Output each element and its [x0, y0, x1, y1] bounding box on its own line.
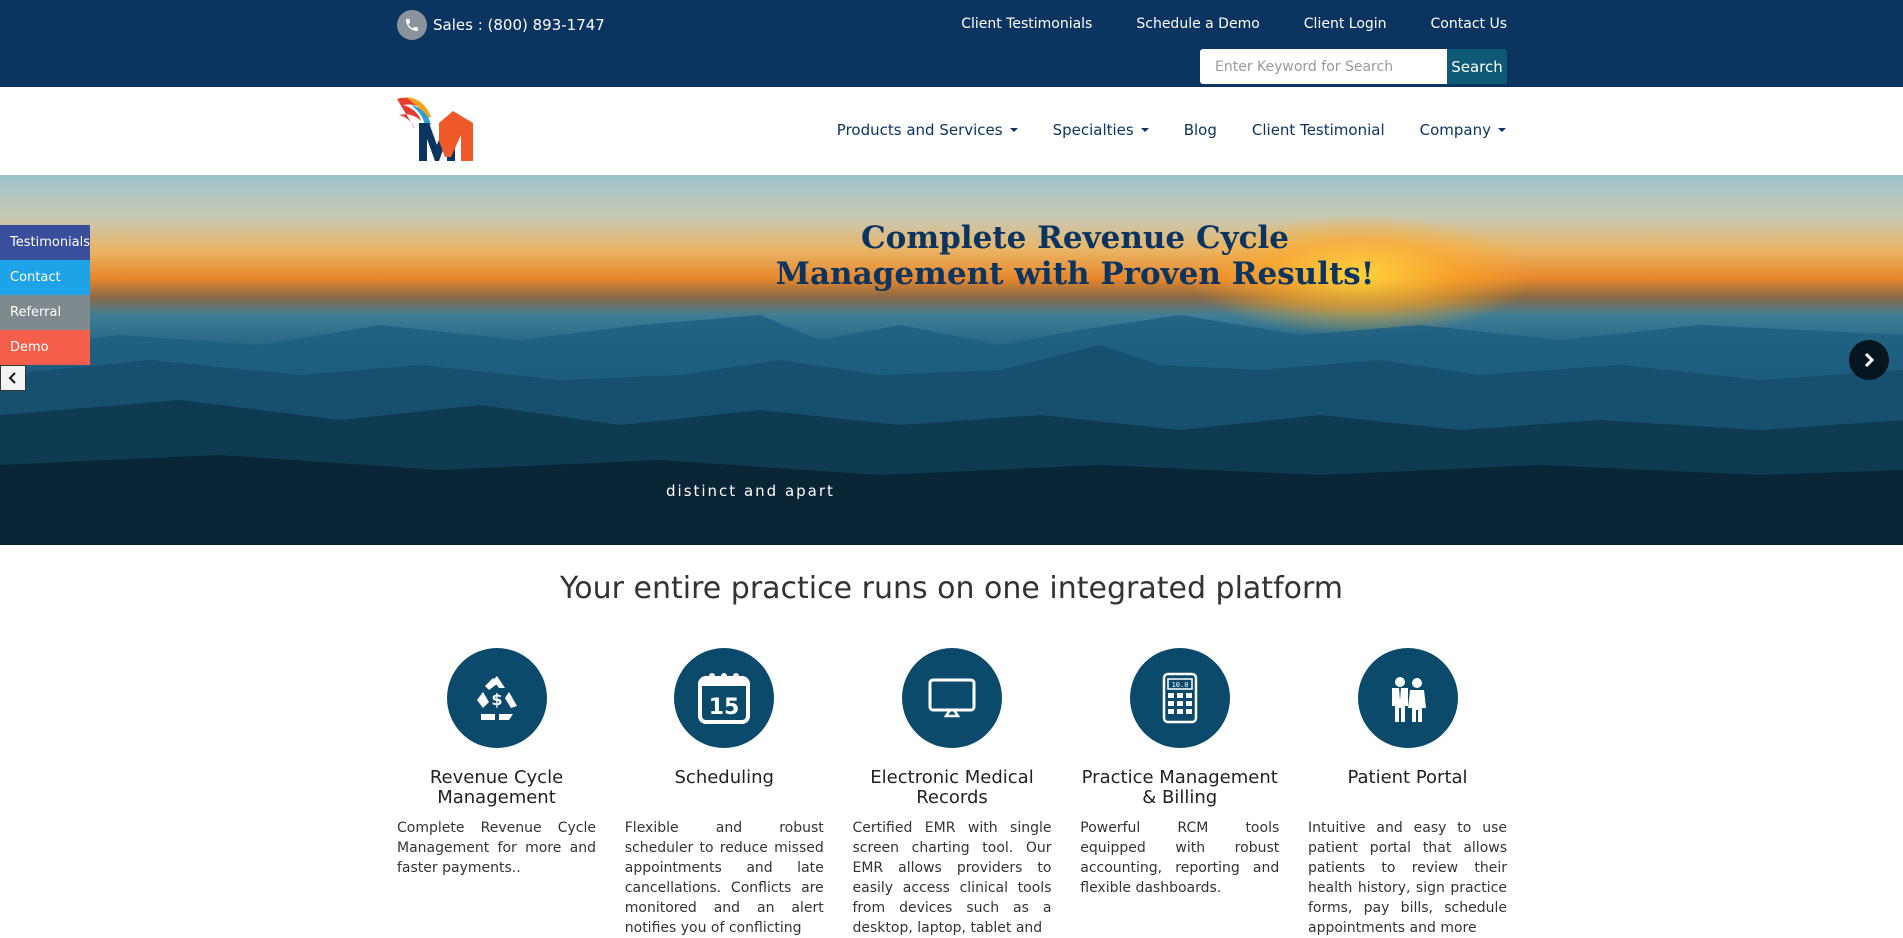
hero-title-line2: Management with Proven Results!	[775, 256, 1375, 292]
feature-icon-circle[interactable]	[902, 648, 1002, 748]
top-bar: Sales : (800) 893-1747 Client Testimonia…	[0, 0, 1903, 87]
feature-text: Flexible and robust scheduler to reduce …	[624, 820, 824, 936]
schedule-demo-link[interactable]: Schedule a Demo	[1136, 16, 1259, 32]
hero-title-line1: Complete Revenue Cycle	[860, 220, 1290, 256]
feature-icon-circle[interactable]: 10.0	[1129, 648, 1230, 748]
client-login-link[interactable]: Client Login	[1304, 16, 1387, 32]
search-form: Search	[1200, 49, 1507, 84]
feature-title: Revenue Cycle Management	[429, 767, 564, 808]
nav-company[interactable]: Company	[1420, 121, 1506, 139]
caret-down-icon	[1009, 128, 1018, 132]
feature-icon-circle[interactable]	[1357, 648, 1458, 748]
caret-down-icon	[1140, 128, 1149, 132]
feature-text: Powerful RCM tools equipped with robust …	[1080, 820, 1280, 896]
chevron-left-icon	[8, 372, 16, 384]
sales-phone-text: Sales : (800) 893-1747	[433, 16, 605, 34]
sidetab-demo[interactable]: Demo	[0, 330, 90, 365]
nav-products-services[interactable]: Products and Services	[837, 121, 1018, 139]
hero-title: Complete Revenue Cycle Management with P…	[760, 220, 1390, 292]
slider-next-button[interactable]	[1849, 340, 1889, 380]
search-button[interactable]: Search	[1447, 49, 1507, 84]
top-links: Client Testimonials Schedule a Demo Clie…	[961, 16, 1507, 32]
client-testimonials-link[interactable]: Client Testimonials	[961, 16, 1092, 32]
doctor-patient-icon	[1391, 677, 1426, 722]
contact-us-link[interactable]: Contact Us	[1431, 16, 1507, 32]
feature-icon-circle[interactable]: 15	[674, 648, 775, 748]
phone-icon	[397, 10, 427, 40]
feature-icon-circle[interactable]: $	[446, 648, 547, 748]
sidetab-contact[interactable]: Contact	[0, 260, 90, 295]
caret-down-icon	[1498, 128, 1506, 132]
feature-title: Practice Management & Billing	[1081, 767, 1278, 808]
sales-phone[interactable]: Sales : (800) 893-1747	[397, 10, 605, 40]
nav-specialties-label: Specialties	[1052, 121, 1134, 139]
main-navbar: Products and Services Specialties Blog C…	[0, 87, 1903, 175]
svg-text:10.0: 10.0	[1171, 681, 1188, 689]
feature-title: Electronic Medical Records	[870, 767, 1034, 808]
nav-client-testimonial-label: Client Testimonial	[1251, 121, 1385, 139]
nav-client-testimonial[interactable]: Client Testimonial	[1252, 121, 1385, 139]
svg-text:15: 15	[709, 695, 740, 720]
logo[interactable]	[395, 95, 477, 169]
nav-company-label: Company	[1419, 121, 1491, 139]
feature-text: Intuitive and easy to use patient portal…	[1308, 820, 1507, 936]
side-tabs: Testimonials Contact Referral Demo	[0, 225, 90, 365]
sidetab-testimonials[interactable]: Testimonials	[0, 225, 90, 260]
feature-text: Complete Revenue Cycle Management for mo…	[397, 820, 596, 876]
nav-specialties[interactable]: Specialties	[1053, 121, 1149, 139]
feature-practice-management: 10.0 Practice Management & Billing Power…	[1080, 648, 1279, 938]
nav-blog[interactable]: Blog	[1184, 121, 1217, 139]
nav-blog-label: Blog	[1183, 121, 1217, 139]
features-row: $ Revenue Cycle Management Complete Reve…	[397, 648, 1507, 938]
feature-text: Certified EMR with single screen chartin…	[852, 820, 1052, 936]
feature-patient-portal: Patient Portal Intuitive and easy to use…	[1308, 648, 1507, 938]
nav-products-label: Products and Services	[836, 121, 1003, 139]
feature-title: Scheduling	[674, 767, 774, 788]
monitor-icon	[928, 678, 976, 718]
main-nav: Products and Services Specialties Blog C…	[837, 121, 1506, 139]
recycle-dollar-icon: $	[476, 676, 517, 720]
feature-emr: Electronic Medical Records Certified EMR…	[853, 648, 1052, 938]
feature-title: Patient Portal	[1347, 767, 1468, 788]
chevron-right-icon	[1864, 353, 1875, 367]
slider-prev-button[interactable]	[0, 365, 26, 391]
feature-scheduling: 15 Scheduling Flexible and robust schedu…	[625, 648, 824, 938]
sidetab-referral[interactable]: Referral	[0, 295, 90, 330]
hero-tagline: distinct and apart	[666, 482, 835, 500]
hero-slider: Complete Revenue Cycle Management with P…	[0, 175, 1903, 545]
svg-text:$: $	[491, 690, 502, 709]
calculator-icon: 10.0	[1162, 672, 1197, 724]
search-input[interactable]	[1200, 49, 1447, 84]
platform-heading: Your entire practice runs on one integra…	[559, 571, 1344, 606]
feature-revenue-cycle: $ Revenue Cycle Management Complete Reve…	[397, 648, 596, 938]
logo-mark	[397, 97, 473, 161]
calendar-icon: 15	[698, 673, 751, 724]
